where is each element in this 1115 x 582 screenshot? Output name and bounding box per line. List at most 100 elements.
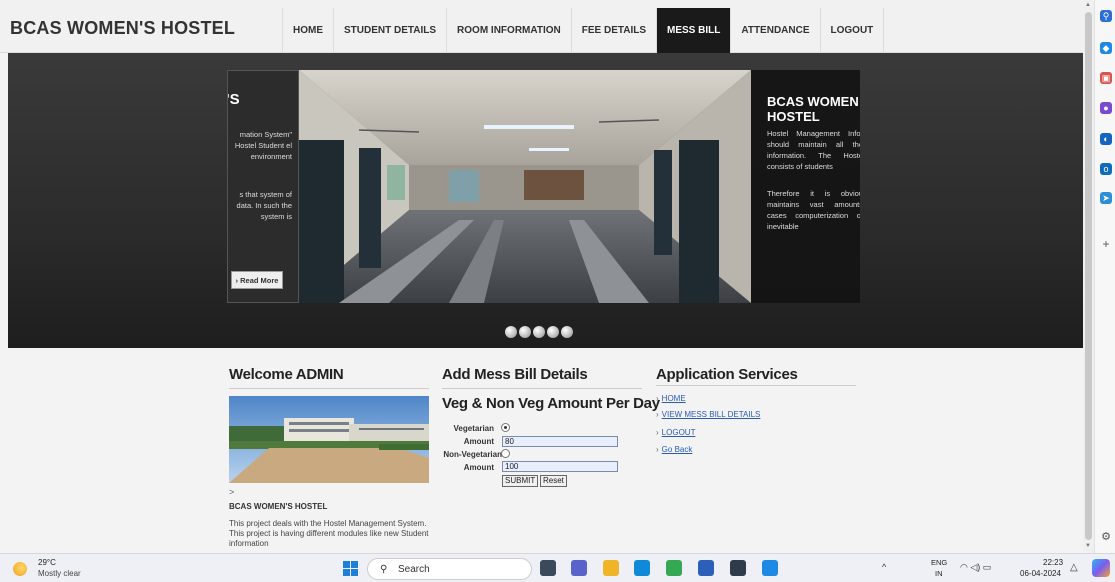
slider-pagination [505,326,573,338]
clock-time[interactable]: 22:23 [1043,558,1063,567]
chevron-right-icon: › [656,394,659,403]
mess-hall-photo [299,70,751,303]
nav-fee-details[interactable]: FEE DETAILS [572,8,658,53]
gear-icon[interactable]: ⚙ [1100,530,1112,543]
briefcase-icon[interactable]: ▣ [1100,72,1112,84]
search-icon[interactable]: ⚲ [1100,10,1112,22]
divider [442,388,642,389]
search-label: Search [398,564,430,575]
weather-temperature[interactable]: 29°C [38,558,56,567]
scroll-down-icon[interactable]: ▼ [1085,543,1091,549]
nav-attendance[interactable]: ATTENDANCE [731,8,821,53]
service-link-label: HOME [661,394,686,403]
submit-button[interactable]: SUBMIT [502,475,539,487]
browser-sidebar: ⚲ ◆ ▣ ● ◐ o ➤ + ⚙ [1094,0,1115,553]
chrome-icon[interactable] [666,560,682,576]
veg-amount-label: Amount [463,437,494,446]
teams-icon[interactable] [571,560,587,576]
page-scrollbar[interactable]: ▲ ▼ [1083,0,1094,553]
nav-room-information[interactable]: ROOM INFORMATION [447,8,572,53]
chevron-right-icon: › [656,445,659,454]
photos-icon[interactable] [762,560,778,576]
nav-student-details[interactable]: STUDENT DETAILS [334,8,448,53]
slider-dot[interactable] [561,326,573,338]
service-link-logout[interactable]: › LOGOUT [656,428,695,437]
service-link-home[interactable]: › HOME [656,394,686,403]
chevron-right-icon: › [656,410,659,419]
language-indicator[interactable]: ENG [931,558,947,567]
plus-icon[interactable]: + [1100,237,1112,251]
project-description: This project deals with the Hostel Manag… [229,519,429,548]
hostel-subtitle: BCAS WOMEN'S HOSTEL [229,502,328,511]
service-link-label: VIEW MESS BILL DETAILS [661,410,761,419]
people-icon[interactable]: ● [1100,102,1112,114]
slide-right-panel: BCAS WOMEN HOSTEL Hostel Management Info… [751,70,860,303]
scroll-thumb[interactable] [1085,12,1092,540]
slide-left-text-2: s that system of data. In such the syste… [236,190,292,221]
service-link-label: LOGOUT [661,428,696,437]
reset-button[interactable]: Reset [540,475,567,487]
tag-icon[interactable]: ◆ [1100,42,1112,54]
nav-home[interactable]: HOME [283,8,334,53]
slider-dot[interactable] [547,326,559,338]
send-icon[interactable]: ➤ [1100,192,1112,204]
mess-hall-illustration [299,70,751,303]
site-title: BCAS WOMEN'S HOSTEL [10,18,236,38]
copilot-icon[interactable]: ◐ [1100,133,1112,145]
form-heading: Add Mess Bill Details [442,366,588,383]
task-view-icon[interactable] [540,560,556,576]
nav-mess-bill[interactable]: MESS BILL [657,8,732,53]
slide-left-panel: 'S mation System" Hostel Student el envi… [227,70,299,303]
edge-browser-icon[interactable] [634,560,650,576]
taskbar-search[interactable]: ⚲ Search [367,558,532,580]
divider [229,388,429,389]
slide-right-title: BCAS WOMEN HOSTEL [767,94,859,124]
breadcrumb-arrow: > [229,487,235,497]
outlook-icon[interactable]: o [1100,163,1112,175]
veg-radio[interactable] [501,423,510,432]
form-subheading: Veg & Non Veg Amount Per Day [442,395,660,412]
site-header: BCAS WOMEN'S HOSTEL HOME STUDENT DETAILS… [0,0,1083,53]
search-icon: ⚲ [380,564,388,575]
weather-moon-icon[interactable] [13,562,27,576]
notification-bell-icon[interactable]: △ [1070,562,1078,573]
chevron-right-icon: › [656,428,659,437]
service-link-view-mess-bill[interactable]: › VIEW MESS BILL DETAILS [656,410,760,419]
terminal-icon[interactable] [730,560,746,576]
slide-right-text-2: Therefore it is obviou maintains vast am… [767,189,860,231]
nonveg-amount-input[interactable] [502,461,618,472]
word-icon[interactable] [698,560,714,576]
nonveg-radio[interactable] [501,449,510,458]
windows-start-icon[interactable] [343,561,358,576]
windows-taskbar: 29°C Mostly clear ⚲ Search ^ ENG IN ◠ ◁)… [0,553,1115,582]
wifi-volume-battery-icon[interactable]: ◠ ◁) ▭ [960,562,991,573]
nav-logout[interactable]: LOGOUT [821,8,885,53]
service-link-go-back[interactable]: › Go Back [656,445,692,454]
chevron-up-icon[interactable]: ^ [882,562,886,572]
clock-date[interactable]: 06-04-2024 [1020,569,1061,578]
scroll-up-icon[interactable]: ▲ [1085,2,1091,8]
slider-dot[interactable] [533,326,545,338]
slider-dot[interactable] [519,326,531,338]
slider-dot[interactable] [505,326,517,338]
nonveg-label: Non-Vegetarian [443,450,502,459]
page-content: Welcome ADMIN > BCAS WOMEN'S HOSTEL This… [0,348,1083,553]
service-link-label: Go Back [661,445,693,454]
copilot-app-icon[interactable] [1092,559,1110,577]
hostel-illustration [229,396,429,483]
slide-right-text-1: Hostel Management Infor should maintain … [767,129,860,171]
language-region[interactable]: IN [935,569,943,578]
veg-label: Vegetarian [453,424,494,433]
slide-left-text-1: mation System" Hostel Student el environ… [234,130,292,161]
read-more-button[interactable]: › Read More [231,271,283,289]
browser-viewport: BCAS WOMEN'S HOSTEL HOME STUDENT DETAILS… [0,0,1115,582]
weather-description[interactable]: Mostly clear [38,569,81,578]
nonveg-amount-label: Amount [463,463,494,472]
slide-left-title: 'S [227,91,240,108]
main-nav: HOME STUDENT DETAILS ROOM INFORMATION FE… [282,8,922,53]
file-explorer-icon[interactable] [603,560,619,576]
veg-amount-input[interactable] [502,436,618,447]
services-heading: Application Services [656,366,798,383]
divider [656,385,856,386]
